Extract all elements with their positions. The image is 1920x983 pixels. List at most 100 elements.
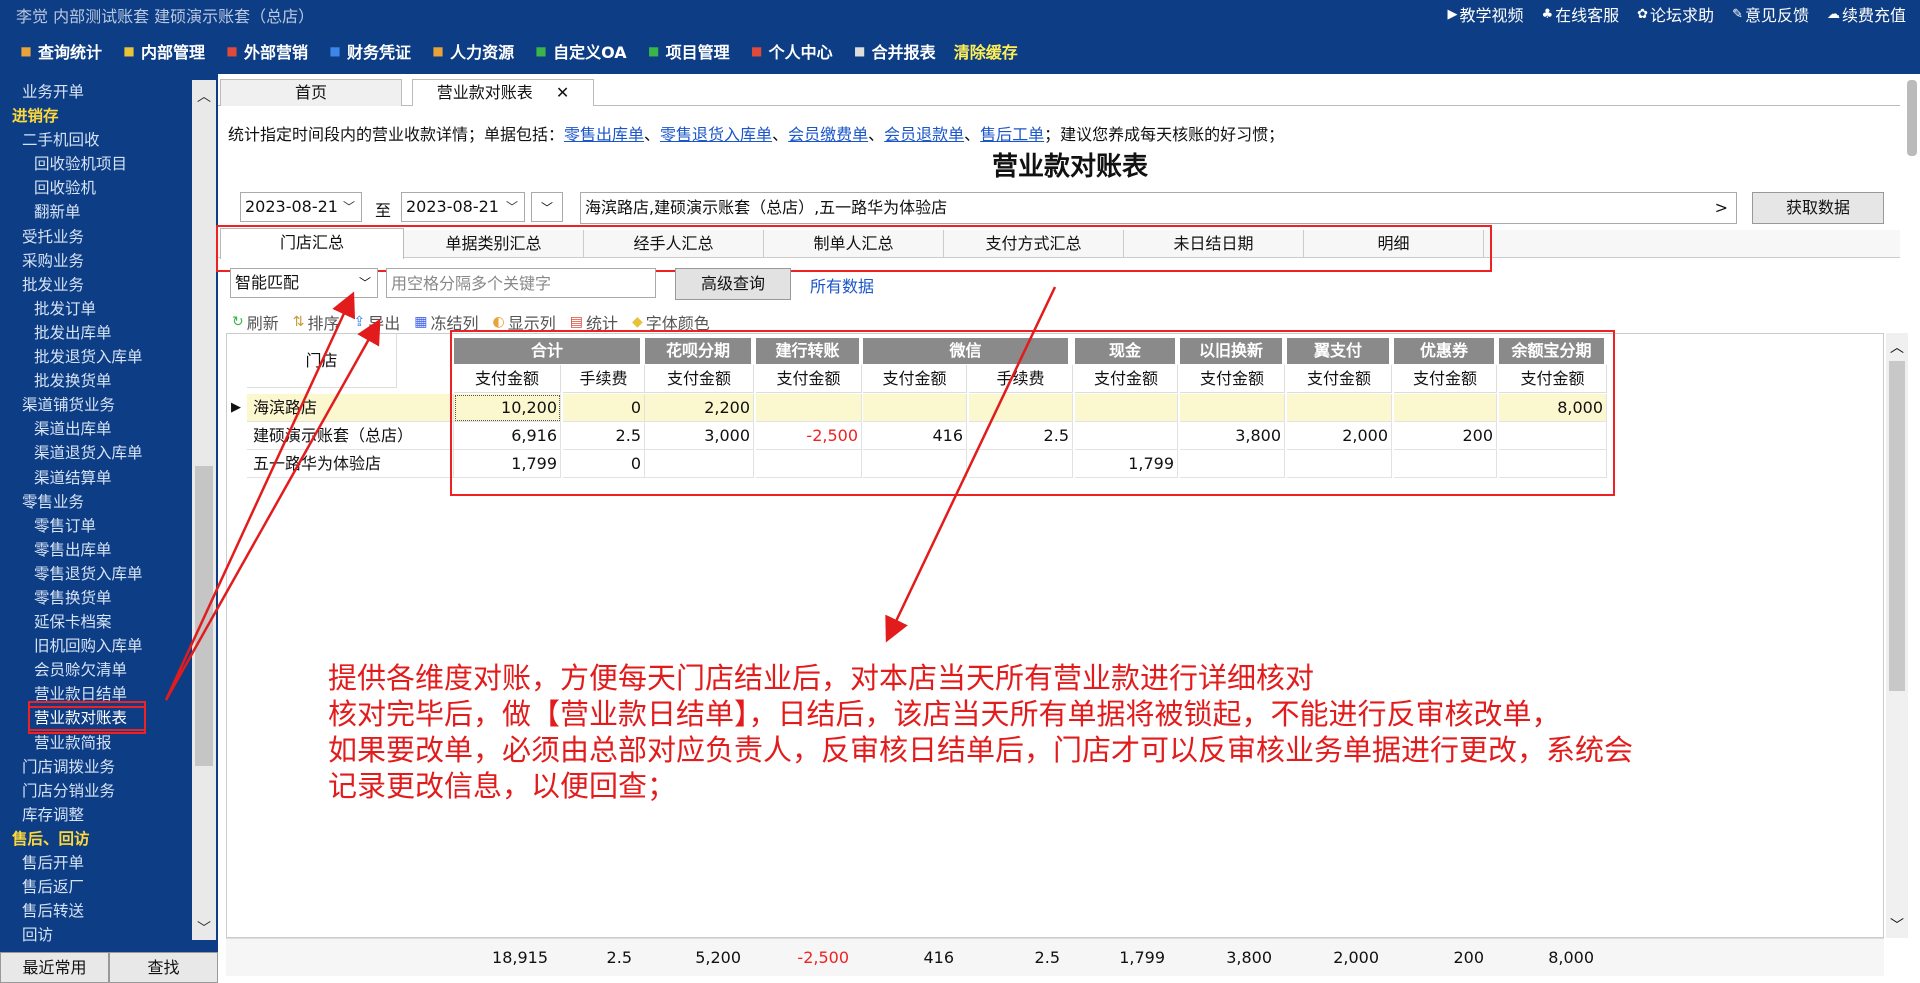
sidebar-item[interactable]: 售后开单 <box>0 851 188 875</box>
sidebar-item[interactable]: 回收验机项目 <box>0 152 188 176</box>
menu-item-label: 自定义OA <box>553 43 627 62</box>
menu-item[interactable]: 清除缓存 <box>947 39 1025 63</box>
menu-item[interactable]: ■ 自定义OA <box>525 39 634 63</box>
sidebar-item[interactable]: 批发业务 <box>0 273 188 297</box>
top-link-label: 教学视频 <box>1459 6 1524 25</box>
annotation-line: 如果要改单，必须由总部对应负责人，反审核日结单后，门店才可以反审核业务单据进行更… <box>328 733 1634 767</box>
sidebar-item[interactable]: 零售出库单 <box>0 538 188 562</box>
toolbar-item[interactable]: ↻ 刷新 <box>232 310 279 334</box>
scroll-up-icon[interactable]: ︿ <box>1890 337 1904 357</box>
sidebar-item[interactable]: 回访 <box>0 923 188 947</box>
toolbar-item[interactable]: ⇅ 排序 <box>293 310 340 334</box>
sidebar-item[interactable]: 二手机回收 <box>0 128 188 152</box>
top-link-icon: ✎ <box>1732 6 1743 22</box>
sidebar-item[interactable]: 售后返厂 <box>0 875 188 899</box>
tab-report-label: 营业款对账表 <box>436 83 533 102</box>
table-row-store[interactable]: 五一路华为体验店 <box>247 450 454 478</box>
menu-item[interactable]: ■ 个人中心 <box>741 39 840 63</box>
desc-link[interactable]: 零售退货入库单 <box>660 125 772 144</box>
sidebar-item[interactable]: 批发出库单 <box>0 321 188 345</box>
page-scroll-thumb[interactable] <box>1907 80 1917 156</box>
sidebar-item[interactable]: 门店分销业务 <box>0 779 188 803</box>
sidebar-item[interactable]: 门店调拨业务 <box>0 755 188 779</box>
sidebar-list: 业务开单 进销存 二手机回收 回收验机项目 回收验机 翻新单 受托业务 采购业务 批发业务 批发订… <box>0 80 188 947</box>
recent-button[interactable]: 最近常用 <box>0 952 109 983</box>
find-button[interactable]: 查找 <box>109 952 218 983</box>
menu-item[interactable]: ■ 内部管理 <box>113 39 212 63</box>
match-mode-select[interactable]: 智能匹配 ﹀ <box>230 268 378 298</box>
chevron-down-icon[interactable]: ﹀ <box>506 193 518 221</box>
close-icon[interactable]: ✕ <box>556 83 569 102</box>
sidebar-item[interactable]: 会员赊欠清单 <box>0 658 188 682</box>
top-link-label: 论坛求助 <box>1650 6 1715 25</box>
table-row-store[interactable]: 海滨路店 <box>247 394 454 422</box>
sidebar-item[interactable]: 受托业务 <box>0 225 188 249</box>
sidebar-item[interactable]: 营业款简报 <box>0 731 188 755</box>
desc-link[interactable]: 零售出库单 <box>564 125 644 144</box>
menu-item[interactable]: ■ 外部营销 <box>216 39 315 63</box>
store-selector-arrow[interactable]: > <box>1715 193 1728 223</box>
all-data-link[interactable]: 所有数据 <box>810 273 874 297</box>
sidebar-item[interactable]: 零售订单 <box>0 514 188 538</box>
grid-scrollbar[interactable]: ︿ ﹀ <box>1886 333 1908 938</box>
grid-scroll-thumb[interactable] <box>1889 361 1905 691</box>
menu-item[interactable]: ■ 人力资源 <box>422 39 521 63</box>
sidebar-item[interactable]: 回收验机 <box>0 176 188 200</box>
top-link-label: 续费充值 <box>1841 6 1906 25</box>
tab-home[interactable]: 首页 <box>220 79 402 106</box>
sidebar-item[interactable]: 零售换货单 <box>0 586 188 610</box>
menu-item[interactable]: ■ 查询统计 <box>10 39 109 63</box>
store-selector[interactable]: 海滨路店,建硕演示账套（总店）,五一路华为体验店 > <box>580 192 1737 224</box>
sidebar-item[interactable]: 批发换货单 <box>0 369 188 393</box>
sidebar-item[interactable]: 渠道出库单 <box>0 417 188 441</box>
date-to-picker[interactable]: 2023-08-21 ﹀ <box>401 192 525 222</box>
date-range-dropdown[interactable]: ﹀ <box>531 192 563 222</box>
desc-link[interactable]: 会员缴费单 <box>788 125 868 144</box>
sidebar-item[interactable]: 批发退货入库单 <box>0 345 188 369</box>
chevron-down-icon[interactable]: ﹀ <box>343 193 355 221</box>
top-link[interactable]: ✎ 意见反馈 <box>1732 2 1809 26</box>
scroll-down-icon[interactable]: ﹀ <box>1890 915 1904 935</box>
sidebar-item[interactable]: 进销存 <box>0 104 188 128</box>
sidebar-item[interactable]: 渠道铺货业务 <box>0 393 188 417</box>
keyword-search-input[interactable] <box>386 268 656 298</box>
sidebar-item[interactable]: 旧机回购入库单 <box>0 634 188 658</box>
sidebar-item[interactable]: 渠道退货入库单 <box>0 441 188 465</box>
main-menu: ■ 查询统计 ■ 内部管理 ■ 外部营销 ■ 财务凭证 ■ 人力资源 ■ 自定义OA ■ 项目管理 ■ 个人中… <box>0 28 1920 74</box>
menu-item[interactable]: ■ 项目管理 <box>638 39 737 63</box>
date-from-picker[interactable]: 2023-08-21 ﹀ <box>240 192 362 222</box>
table-row-store[interactable]: 建硕演示账套（总店） <box>247 422 454 450</box>
fetch-data-button[interactable]: 获取数据 <box>1752 192 1884 224</box>
top-link-label: 在线客服 <box>1555 6 1620 25</box>
desc-link[interactable]: 售后工单 <box>980 125 1044 144</box>
menu-item[interactable]: ■ 财务凭证 <box>319 39 418 63</box>
tab-report[interactable]: 营业款对账表 ✕ <box>412 79 594 106</box>
menu-item-label: 内部管理 <box>141 43 206 62</box>
top-link[interactable]: ♣ 在线客服 <box>1541 2 1619 26</box>
sidebar-item[interactable]: 翻新单 <box>0 200 188 224</box>
sidebar-scroll-thumb[interactable] <box>195 466 213 766</box>
sidebar-item[interactable]: 业务开单 <box>0 80 188 104</box>
sidebar-item[interactable]: 库存调整 <box>0 803 188 827</box>
sidebar-item[interactable]: 零售退货入库单 <box>0 562 188 586</box>
sidebar-item[interactable]: 渠道结算单 <box>0 466 188 490</box>
page-tabs: 首页 营业款对账表 ✕ <box>218 76 1900 106</box>
desc-link[interactable]: 会员退款单 <box>884 125 964 144</box>
sidebar-item[interactable]: 售后转送 <box>0 899 188 923</box>
sidebar-item[interactable]: 批发订单 <box>0 297 188 321</box>
sidebar-item[interactable]: 采购业务 <box>0 249 188 273</box>
menu-item[interactable]: ■ 合并报表 <box>844 39 943 63</box>
sidebar-item[interactable]: 零售业务 <box>0 490 188 514</box>
advanced-search-button[interactable]: 高级查询 <box>675 268 791 300</box>
page-scrollbar[interactable] <box>1905 78 1920 158</box>
sidebar-item[interactable]: 延保卡档案 <box>0 610 188 634</box>
scroll-up-icon[interactable]: ︿ <box>197 86 211 106</box>
top-link[interactable]: ☁ 续费充值 <box>1827 2 1906 26</box>
sidebar-scrollbar[interactable]: ︿ ﹀ <box>192 80 216 940</box>
top-link[interactable]: ✿ 论坛求助 <box>1637 2 1714 26</box>
menu-item-label: 合并报表 <box>871 43 936 62</box>
toolbar-item[interactable]: ⇪ 导出 <box>354 310 401 334</box>
top-link[interactable]: ▶ 教学视频 <box>1447 2 1523 26</box>
sidebar-item[interactable]: 售后、回访 <box>0 827 188 851</box>
scroll-down-icon[interactable]: ﹀ <box>197 918 211 938</box>
